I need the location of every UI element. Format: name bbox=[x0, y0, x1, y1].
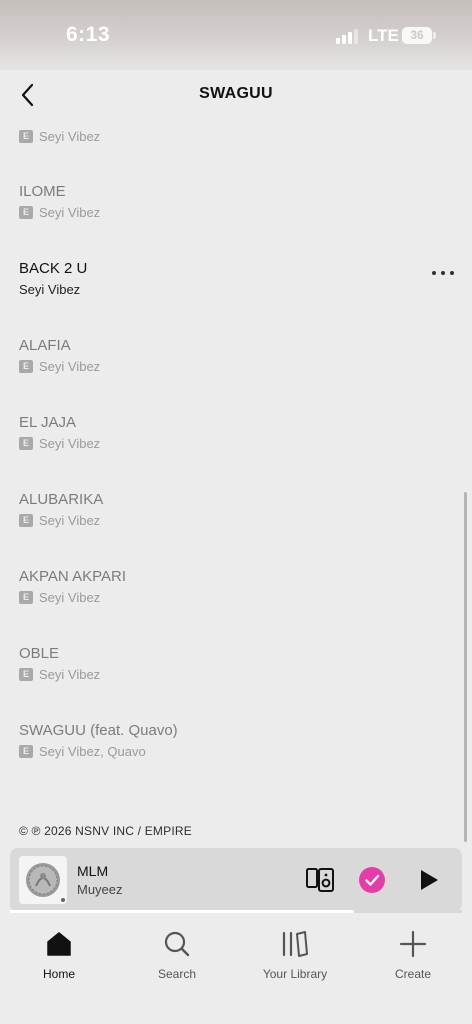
playback-progress[interactable] bbox=[10, 910, 462, 913]
status-time: 6:13 bbox=[66, 23, 111, 46]
mini-player[interactable]: MLM Muyeez bbox=[10, 848, 462, 912]
scrollbar[interactable] bbox=[464, 492, 467, 842]
now-playing-artist: Muyeez bbox=[77, 882, 123, 897]
playback-progress-fill bbox=[10, 910, 354, 913]
tab-home[interactable]: Home bbox=[9, 930, 109, 990]
tab-create[interactable]: Create bbox=[363, 930, 463, 990]
network-type: LTE bbox=[368, 26, 399, 45]
track-title: ILOME bbox=[19, 183, 66, 200]
track-artist: Seyi Vibez bbox=[39, 589, 101, 605]
tab-bar: Home Search Your Library Create bbox=[0, 918, 472, 1024]
explicit-badge: E bbox=[19, 205, 33, 219]
home-icon bbox=[47, 932, 71, 956]
search-icon bbox=[164, 931, 190, 957]
track-row-ilome[interactable]: ILOME E Seyi Vibez bbox=[0, 183, 472, 245]
status-bar: 6:13 LTE 36 bbox=[0, 0, 472, 70]
copyright-text: © ℗ 2026 NSNV INC / EMPIRE bbox=[19, 824, 192, 838]
track-artist: Seyi Vibez bbox=[39, 666, 101, 682]
track-row-el-jaja[interactable]: EL JAJA E Seyi Vibez bbox=[0, 414, 472, 476]
track-title: ALAFIA bbox=[19, 337, 71, 354]
tab-search[interactable]: Search bbox=[127, 930, 227, 990]
track-row-back-2-u[interactable]: BACK 2 U Seyi Vibez bbox=[0, 260, 472, 322]
explicit-badge: E bbox=[19, 744, 33, 758]
track-artist: Seyi Vibez bbox=[19, 281, 81, 297]
track-artist: Seyi Vibez bbox=[39, 358, 101, 374]
album-cover[interactable] bbox=[19, 856, 67, 904]
library-icon bbox=[282, 931, 308, 957]
tab-your-library[interactable]: Your Library bbox=[245, 930, 345, 990]
tab-label: Search bbox=[157, 967, 197, 981]
connect-device-icon[interactable] bbox=[305, 867, 335, 893]
saved-check-icon[interactable] bbox=[358, 866, 386, 894]
track-row-alafia[interactable]: ALAFIA E Seyi Vibez bbox=[0, 337, 472, 399]
nav-header: SWAGUU bbox=[0, 70, 472, 122]
track-title: AKPAN AKPARI bbox=[19, 568, 126, 585]
more-options-icon[interactable] bbox=[430, 268, 456, 278]
track-row-alubarika[interactable]: ALUBARIKA E Seyi Vibez bbox=[0, 491, 472, 553]
partial-track-row[interactable]: E Seyi Vibez bbox=[19, 128, 100, 144]
track-title: EL JAJA bbox=[19, 414, 76, 431]
plus-icon bbox=[399, 930, 427, 958]
explicit-badge: E bbox=[19, 129, 33, 143]
tab-label: Your Library bbox=[262, 967, 328, 981]
track-artist: Seyi Vibez bbox=[39, 204, 101, 220]
explicit-badge: E bbox=[19, 590, 33, 604]
track-title: ALUBARIKA bbox=[19, 491, 104, 508]
track-artist: Seyi Vibez bbox=[39, 512, 101, 528]
explicit-badge: E bbox=[19, 513, 33, 527]
now-playing-title: MLM bbox=[77, 863, 109, 879]
track-row-oble[interactable]: OBLE E Seyi Vibez bbox=[0, 645, 472, 707]
track-title: SWAGUU (feat. Quavo) bbox=[19, 722, 178, 739]
tab-label: Create bbox=[394, 967, 432, 981]
tab-label: Home bbox=[42, 967, 75, 981]
track-artist: Seyi Vibez, Quavo bbox=[39, 743, 146, 759]
cellular-signal-icon bbox=[336, 28, 358, 44]
track-row-akpan-akpari[interactable]: AKPAN AKPARI E Seyi Vibez bbox=[0, 568, 472, 630]
track-artist: Seyi Vibez bbox=[39, 435, 101, 451]
battery-level: 36 bbox=[410, 28, 424, 42]
explicit-badge: E bbox=[19, 436, 33, 450]
explicit-badge: E bbox=[19, 359, 33, 373]
coin-artwork-icon bbox=[26, 863, 65, 902]
page-title: SWAGUU bbox=[199, 85, 273, 102]
track-row-swaguu[interactable]: SWAGUU (feat. Quavo) E Seyi Vibez, Quavo bbox=[0, 722, 472, 784]
track-title: OBLE bbox=[19, 645, 60, 662]
track-title: BACK 2 U bbox=[19, 260, 88, 277]
battery-tip bbox=[433, 32, 436, 39]
explicit-badge: E bbox=[19, 667, 33, 681]
play-icon[interactable] bbox=[414, 866, 442, 894]
battery-icon: 36 bbox=[402, 27, 432, 44]
track-artist: Seyi Vibez bbox=[39, 128, 101, 144]
